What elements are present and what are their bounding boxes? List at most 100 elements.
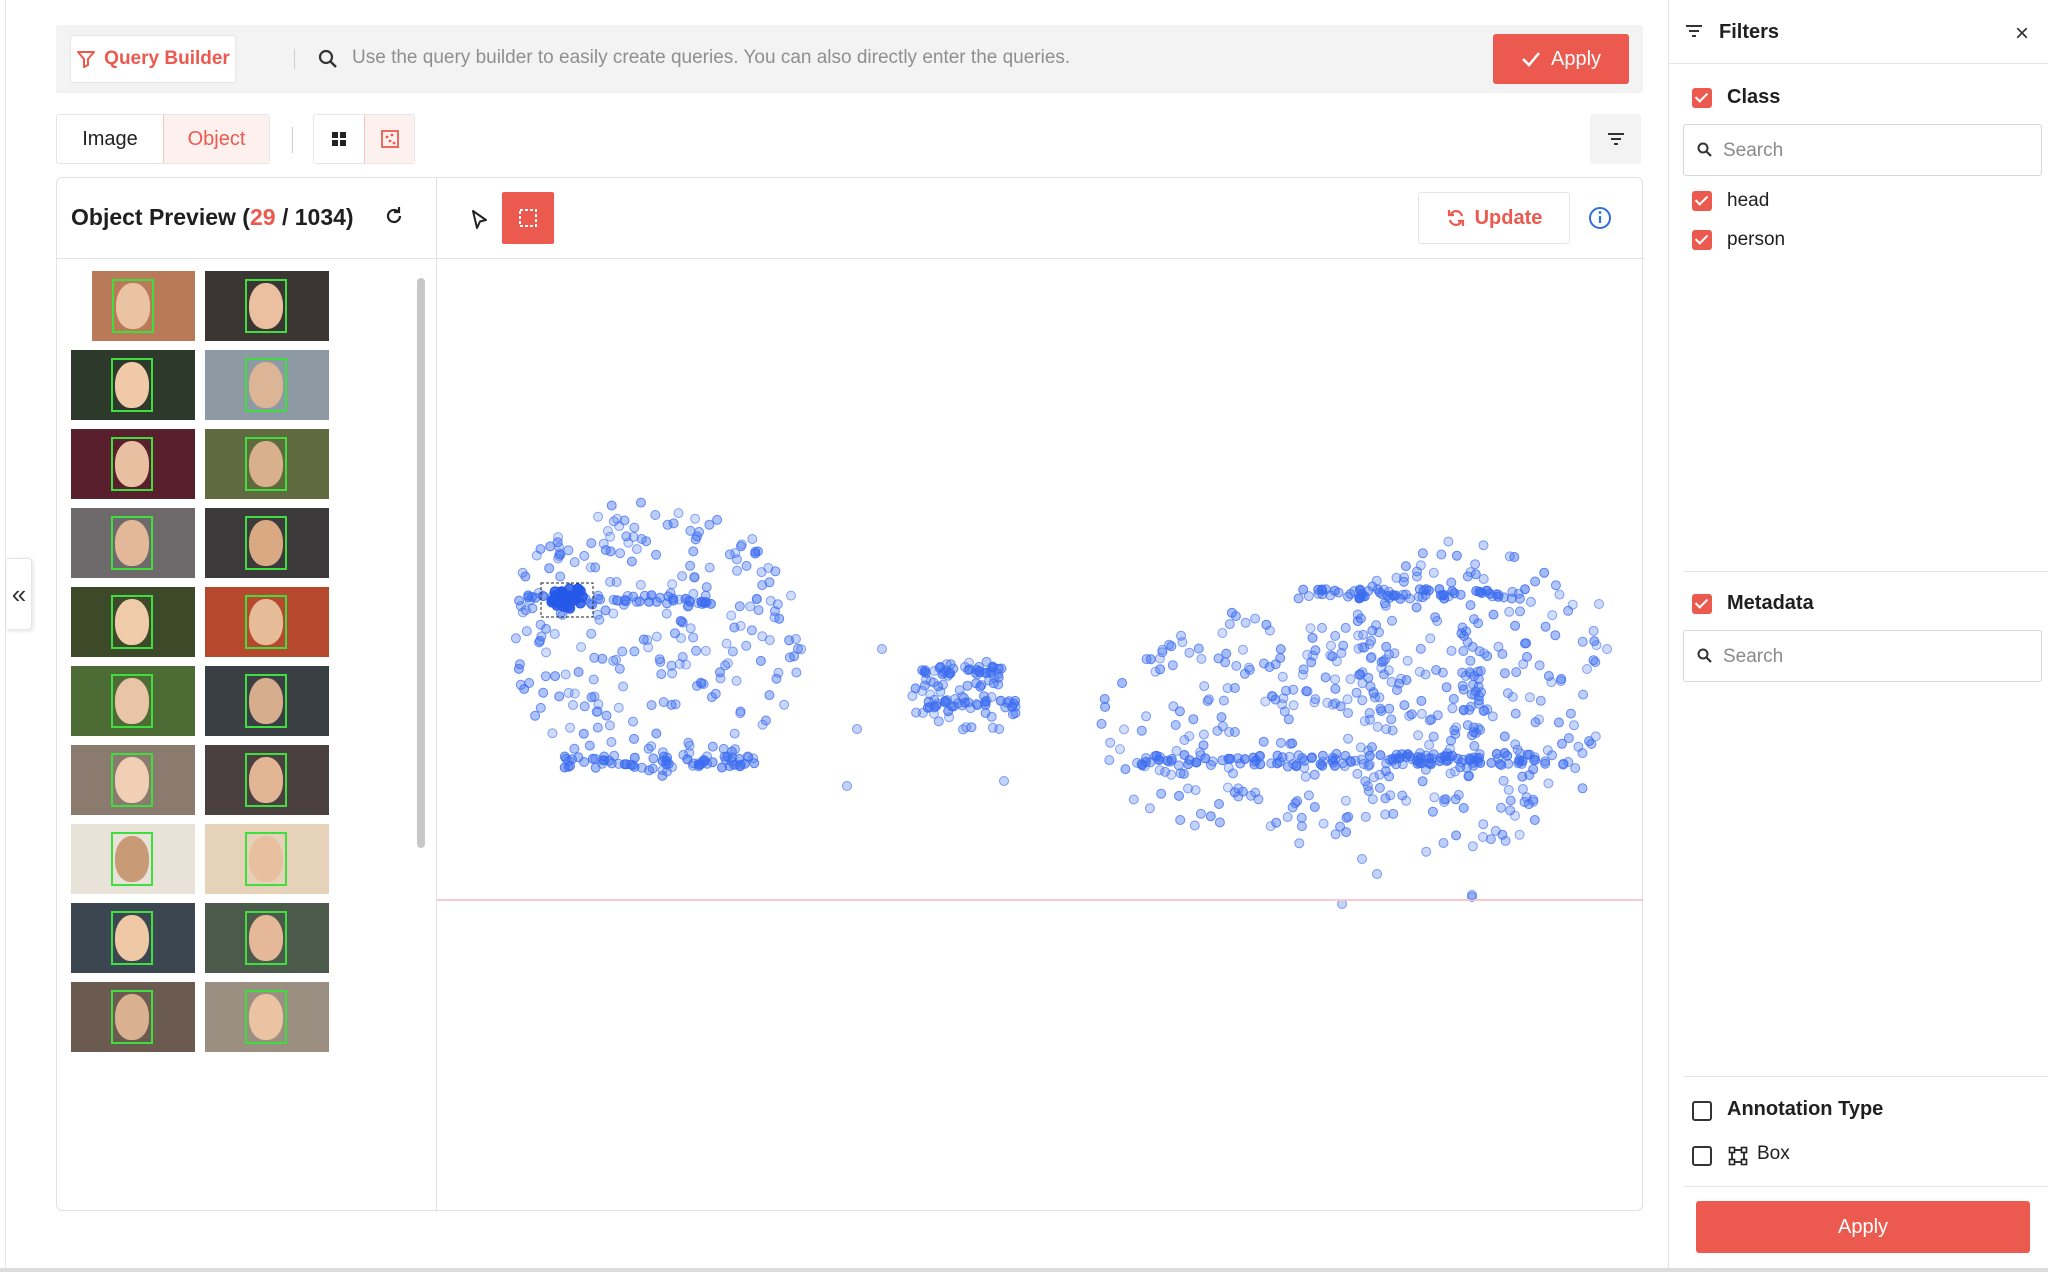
embedding-point[interactable]: [1330, 829, 1341, 840]
embedding-point[interactable]: [651, 549, 662, 560]
embedding-point[interactable]: [541, 647, 552, 658]
embedding-point[interactable]: [1468, 722, 1479, 733]
embedding-point[interactable]: [700, 645, 711, 656]
embedding-point[interactable]: [1343, 708, 1353, 718]
embedding-point[interactable]: [1550, 580, 1561, 591]
embedding-point[interactable]: [1326, 640, 1336, 651]
embedding-point[interactable]: [701, 597, 712, 608]
embedding-point[interactable]: [1510, 810, 1520, 821]
object-thumbnail[interactable]: [205, 982, 329, 1052]
embedding-point[interactable]: [1402, 749, 1413, 760]
embedding-point[interactable]: [1470, 559, 1481, 570]
embedding-point[interactable]: [651, 728, 662, 739]
embedding-point[interactable]: [1117, 678, 1128, 688]
embedding-point[interactable]: [1315, 759, 1326, 770]
embedding-point[interactable]: [1429, 792, 1440, 803]
embedding-point[interactable]: [1335, 701, 1346, 712]
embedding-point[interactable]: [693, 761, 704, 772]
embedding-point[interactable]: [673, 508, 684, 519]
object-thumbnail[interactable]: [205, 508, 329, 578]
selected-point[interactable]: [563, 600, 574, 612]
embedding-point[interactable]: [1144, 803, 1155, 814]
embedding-point[interactable]: [1535, 695, 1546, 706]
embedding-point[interactable]: [747, 534, 758, 544]
embedding-point[interactable]: [1354, 593, 1365, 604]
embedding-point[interactable]: [656, 669, 667, 680]
embedding-point[interactable]: [1275, 737, 1286, 748]
embedding-point[interactable]: [1188, 714, 1199, 725]
embedding-point[interactable]: [1469, 614, 1479, 625]
embedding-point[interactable]: [961, 722, 972, 733]
embedding-point[interactable]: [1198, 740, 1209, 751]
embedding-point[interactable]: [670, 699, 681, 710]
embedding-point[interactable]: [1524, 692, 1535, 703]
embedding-point[interactable]: [1282, 812, 1293, 822]
embedding-point[interactable]: [707, 741, 718, 752]
embedding-point[interactable]: [1214, 817, 1225, 828]
embedding-point[interactable]: [688, 546, 699, 557]
embedding-point[interactable]: [559, 762, 570, 773]
embedding-point[interactable]: [1162, 755, 1173, 766]
thumbnail-gallery[interactable]: [71, 271, 415, 1207]
embedding-point[interactable]: [1345, 755, 1356, 766]
embedding-point[interactable]: [584, 740, 595, 751]
embedding-point[interactable]: [877, 644, 887, 654]
embedding-point[interactable]: [517, 567, 528, 578]
embedding-point[interactable]: [1170, 720, 1181, 730]
embedding-point[interactable]: [1174, 790, 1184, 801]
embedding-point[interactable]: [1529, 815, 1540, 825]
embedding-point[interactable]: [1354, 584, 1365, 595]
embedding-point[interactable]: [1224, 727, 1235, 737]
object-thumbnail[interactable]: [71, 666, 195, 736]
embedding-point[interactable]: [1504, 606, 1515, 617]
embedding-point[interactable]: [553, 553, 564, 564]
embedding-point[interactable]: [657, 770, 668, 781]
embedding-point[interactable]: [1493, 641, 1504, 652]
embedding-point[interactable]: [1539, 567, 1550, 578]
embedding-point[interactable]: [1478, 819, 1489, 830]
embedding-point[interactable]: [1441, 682, 1452, 693]
embedding-point[interactable]: [1590, 731, 1601, 742]
embedding-point[interactable]: [593, 593, 604, 604]
object-thumbnail[interactable]: [71, 350, 195, 420]
embedding-point[interactable]: [631, 544, 642, 555]
embedding-point[interactable]: [1212, 725, 1223, 736]
embedding-point[interactable]: [1519, 797, 1530, 807]
embedding-point[interactable]: [1214, 799, 1224, 809]
embedding-point[interactable]: [547, 728, 558, 739]
embedding-point[interactable]: [1300, 771, 1311, 782]
embedding-point[interactable]: [1318, 818, 1329, 829]
embedding-point[interactable]: [1357, 854, 1367, 864]
embedding-point[interactable]: [1391, 749, 1402, 760]
embedding-point[interactable]: [1136, 725, 1147, 736]
embedding-point[interactable]: [1594, 599, 1604, 609]
info-icon[interactable]: [1587, 205, 1613, 231]
embedding-point[interactable]: [1216, 712, 1227, 723]
object-thumbnail[interactable]: [205, 587, 329, 657]
embedding-point[interactable]: [1100, 701, 1111, 712]
embedding-point[interactable]: [712, 514, 723, 525]
update-button[interactable]: Update: [1418, 192, 1570, 244]
object-thumbnail[interactable]: [71, 429, 195, 499]
embedding-point[interactable]: [729, 622, 740, 633]
embedding-point[interactable]: [743, 752, 754, 763]
embedding-point[interactable]: [1271, 817, 1282, 828]
embedding-point[interactable]: [636, 534, 647, 544]
embedding-point[interactable]: [1388, 808, 1399, 819]
embedding-point[interactable]: [1534, 660, 1545, 671]
embedding-point[interactable]: [1193, 643, 1204, 654]
embedding-point[interactable]: [1294, 838, 1305, 849]
embedding-point[interactable]: [643, 743, 654, 754]
embedding-point[interactable]: [599, 755, 610, 766]
embedding-point[interactable]: [1000, 702, 1011, 713]
embedding-point[interactable]: [745, 601, 756, 612]
embedding-point[interactable]: [1451, 550, 1462, 561]
embedding-point[interactable]: [707, 757, 718, 768]
object-thumbnail[interactable]: [71, 745, 195, 815]
embedding-point[interactable]: [1457, 667, 1468, 678]
embedding-point[interactable]: [629, 646, 640, 657]
embedding-point[interactable]: [1277, 671, 1288, 682]
embedding-point[interactable]: [1384, 771, 1395, 782]
embedding-point[interactable]: [1229, 683, 1240, 693]
object-thumbnail[interactable]: [205, 350, 329, 420]
